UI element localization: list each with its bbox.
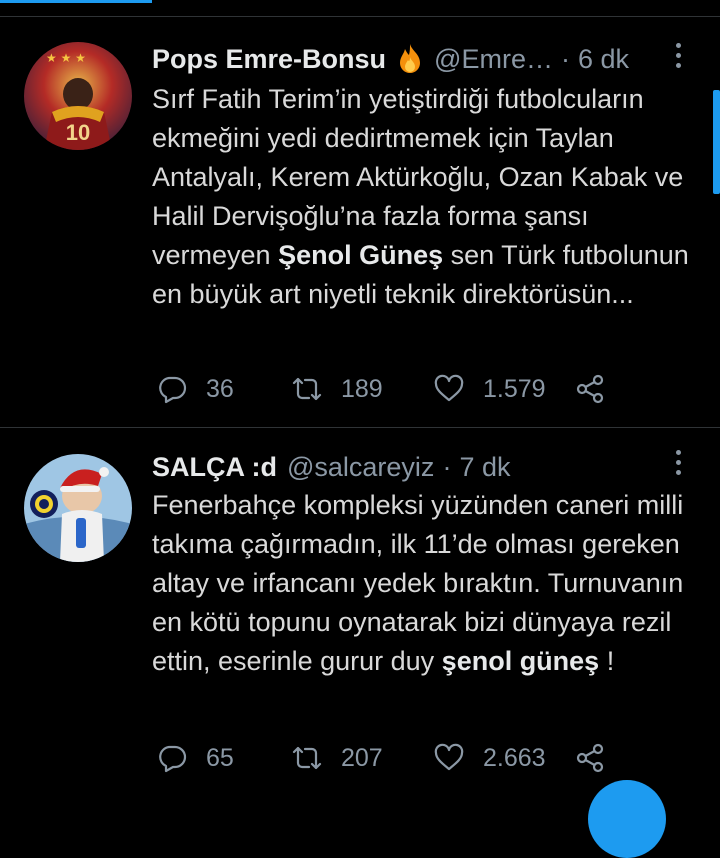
fire-emoji-icon bbox=[396, 43, 424, 75]
reply-count: 65 bbox=[206, 743, 234, 772]
avatar[interactable] bbox=[24, 454, 132, 562]
tweet-time[interactable]: 7 dk bbox=[459, 452, 510, 483]
separator-dot: · bbox=[560, 43, 570, 74]
like-icon bbox=[434, 374, 464, 402]
retweet-button[interactable]: 189 bbox=[291, 373, 433, 405]
avatar-child-santa-hat-image bbox=[24, 454, 132, 562]
avatar[interactable]: ★ ★ ★ 10 bbox=[24, 42, 132, 150]
tweet-header: SALÇA :d @salcareyiz · 7 dk bbox=[152, 447, 650, 487]
loading-progress-bar bbox=[0, 0, 152, 3]
share-icon bbox=[576, 374, 604, 404]
tweet-actions: 36 189 1.579 bbox=[156, 367, 606, 411]
retweet-count: 189 bbox=[341, 374, 383, 403]
tweet-header: Pops Emre-Bonsu @Emre… · 6 dk bbox=[152, 39, 650, 79]
tweet-text-part: ! bbox=[599, 646, 615, 676]
avatar-jersey-number: 10 bbox=[66, 120, 90, 145]
tweet-text-bold[interactable]: şenol güneş bbox=[442, 646, 600, 676]
tweet-actions: 65 207 2.663 bbox=[156, 736, 606, 780]
retweet-icon bbox=[292, 377, 322, 401]
tweet-text: Fenerbahçe kompleksi yüzünden caneri mil… bbox=[152, 486, 702, 681]
share-button[interactable] bbox=[574, 373, 606, 405]
like-count: 2.663 bbox=[483, 743, 546, 772]
reply-button[interactable]: 65 bbox=[156, 742, 291, 774]
reply-button[interactable]: 36 bbox=[156, 373, 291, 405]
separator-dot: · bbox=[442, 451, 452, 482]
retweet-button[interactable]: 207 bbox=[291, 742, 433, 774]
compose-tweet-button[interactable] bbox=[588, 780, 666, 858]
tweet-text-bold[interactable]: Şenol Güneş bbox=[278, 240, 443, 270]
display-name[interactable]: SALÇA :d bbox=[152, 452, 277, 483]
tweet-time[interactable]: 6 dk bbox=[578, 44, 629, 75]
display-name[interactable]: Pops Emre-Bonsu bbox=[152, 44, 386, 75]
retweet-count: 207 bbox=[341, 743, 383, 772]
reply-icon bbox=[159, 745, 187, 773]
share-icon bbox=[576, 743, 604, 773]
reply-icon bbox=[159, 376, 187, 404]
retweet-icon bbox=[292, 746, 322, 770]
reply-count: 36 bbox=[206, 374, 234, 403]
more-icon[interactable] bbox=[672, 43, 684, 73]
like-button[interactable]: 1.579 bbox=[433, 373, 574, 405]
like-count: 1.579 bbox=[483, 374, 546, 403]
tweet-text: Sırf Fatih Terim’in yetiştirdiği futbolc… bbox=[152, 80, 702, 314]
avatar-football-player-image: ★ ★ ★ 10 bbox=[24, 42, 132, 150]
share-button[interactable] bbox=[574, 742, 606, 774]
tweet-card[interactable]: ★ ★ ★ 10 Pops Emre-Bonsu @Emre… · 6 dk S… bbox=[0, 17, 720, 427]
more-icon[interactable] bbox=[672, 450, 684, 480]
like-button[interactable]: 2.663 bbox=[433, 742, 574, 774]
user-handle[interactable]: @Emre… bbox=[434, 44, 553, 75]
user-handle[interactable]: @salcareyiz bbox=[287, 452, 434, 483]
svg-text:★ ★ ★: ★ ★ ★ bbox=[46, 51, 86, 65]
like-icon bbox=[434, 743, 464, 771]
tweet-card[interactable]: SALÇA :d @salcareyiz · 7 dk Fenerbahçe k… bbox=[0, 428, 720, 801]
